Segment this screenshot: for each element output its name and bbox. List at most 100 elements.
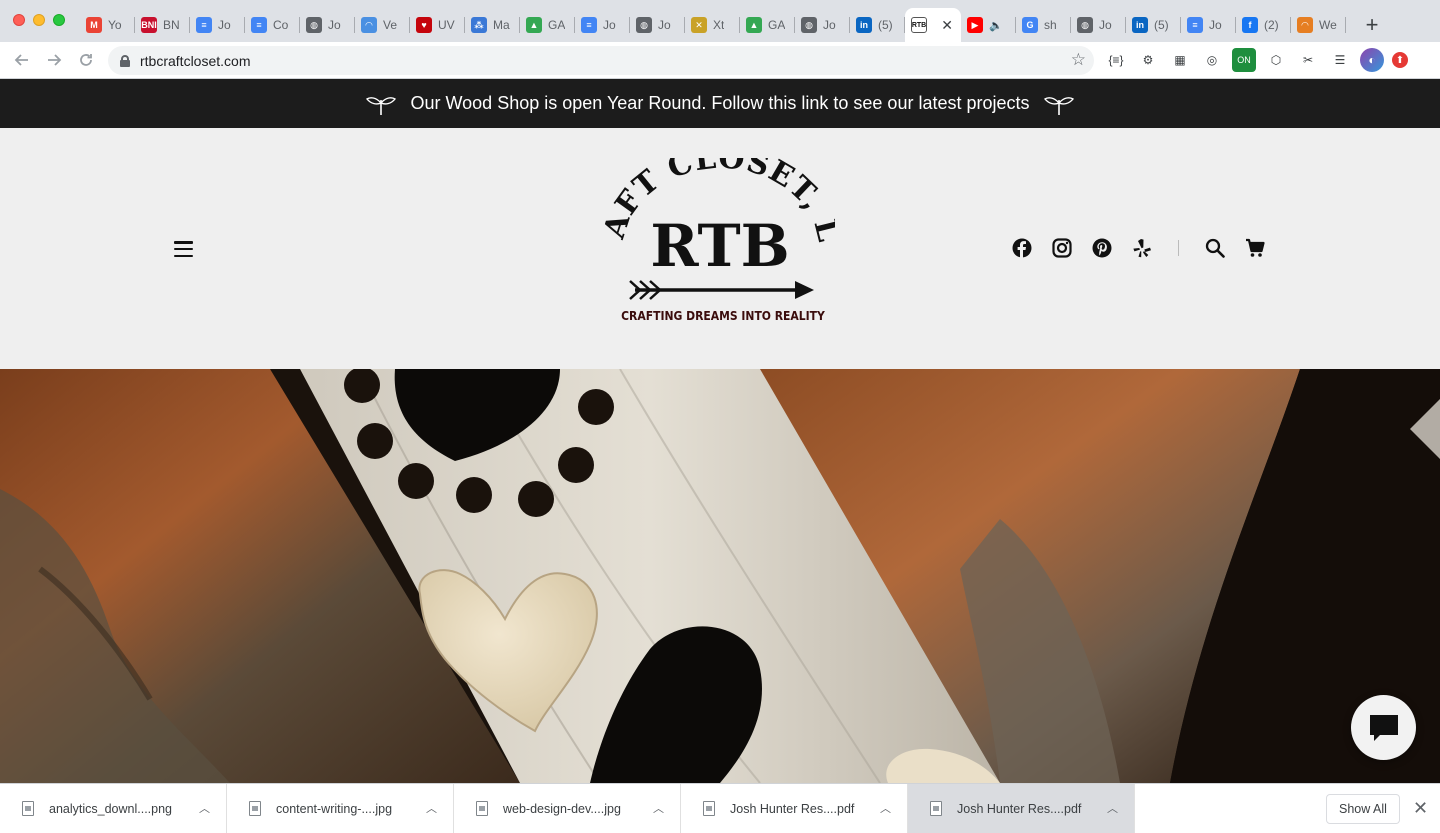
- forward-button[interactable]: [38, 44, 70, 76]
- browser-tab[interactable]: ◍ Jo: [1071, 8, 1126, 42]
- browser-tab[interactable]: BNI BN: [135, 8, 190, 42]
- active-browser-tab[interactable]: RTB ✕: [905, 8, 961, 42]
- chevron-up-icon[interactable]: ︿: [426, 800, 437, 816]
- logo-tagline: CRAFTING DREAMS INTO REALITY: [621, 309, 825, 323]
- browser-tab[interactable]: ◍ Jo: [300, 8, 355, 42]
- browser-tab[interactable]: ◠ We: [1291, 8, 1346, 42]
- browser-tab[interactable]: in (5): [1126, 8, 1181, 42]
- show-all-downloads-button[interactable]: Show All: [1326, 794, 1400, 824]
- back-button[interactable]: [6, 44, 38, 76]
- logo-main-text: RTB: [650, 212, 789, 280]
- docs-icon: ≡: [251, 17, 267, 33]
- tab-label: Jo: [218, 18, 231, 32]
- minimize-window-button[interactable]: [33, 14, 45, 26]
- download-filename: analytics_downl....png: [49, 801, 172, 816]
- yelp-icon[interactable]: [1132, 238, 1152, 258]
- browser-tab[interactable]: ▲ GA: [520, 8, 575, 42]
- url-text: rtbcraftcloset.com: [140, 52, 251, 69]
- search-icon[interactable]: [1205, 238, 1225, 258]
- download-item[interactable]: Josh Hunter Res....pdf ︿: [908, 784, 1135, 833]
- wood-hearts-photo: [0, 369, 1440, 783]
- browser-tab[interactable]: ≡ Jo: [575, 8, 630, 42]
- audio-playing-icon[interactable]: 🔈: [989, 19, 1003, 32]
- globe-icon: ◍: [1077, 17, 1093, 33]
- chat-widget-button[interactable]: [1351, 695, 1416, 760]
- lock-icon: [120, 54, 130, 67]
- extension-icon[interactable]: ☰: [1328, 48, 1352, 72]
- browser-tab[interactable]: ▶ 🔈: [961, 8, 1016, 42]
- chevron-up-icon[interactable]: ︿: [880, 800, 891, 816]
- new-tab-button[interactable]: +: [1354, 8, 1390, 42]
- download-filename: web-design-dev....jpg: [503, 801, 621, 816]
- announcement-text[interactable]: Our Wood Shop is open Year Round. Follow…: [410, 93, 1029, 114]
- browser-tab[interactable]: ≡ Co: [245, 8, 300, 42]
- hero-image: [0, 369, 1440, 783]
- bni-icon: BNI: [141, 17, 157, 33]
- browser-tab[interactable]: ▲ GA: [740, 8, 795, 42]
- browser-tab[interactable]: ⁂ Ma: [465, 8, 520, 42]
- extension-icon[interactable]: ◐: [1360, 48, 1384, 72]
- pinterest-icon[interactable]: [1092, 238, 1112, 258]
- tab-label: UV: [438, 18, 455, 32]
- youtube-icon: ▶: [967, 17, 983, 33]
- extension-icon[interactable]: ▦: [1168, 48, 1192, 72]
- extension-icon[interactable]: ✂: [1296, 48, 1320, 72]
- download-item[interactable]: content-writing-....jpg ︿: [227, 784, 454, 833]
- cart-icon[interactable]: [1245, 238, 1265, 258]
- browser-tab[interactable]: f (2): [1236, 8, 1291, 42]
- reload-button[interactable]: [70, 44, 102, 76]
- browser-tab-strip: M Yo BNI BN ≡ Jo ≡ Co ◍ Jo ◠ Ve ♥ UV ⁂ Ma ▲ GA ≡ Jo ◍ Jo ✕ Xt ▲ G…: [0, 0, 1440, 42]
- chevron-up-icon[interactable]: ︿: [1107, 800, 1118, 816]
- extension-icon[interactable]: ON: [1232, 48, 1256, 72]
- announcement-bar[interactable]: Our Wood Shop is open Year Round. Follow…: [0, 79, 1440, 128]
- browser-tab[interactable]: ≡ Jo: [1181, 8, 1236, 42]
- extension-icon[interactable]: ⬆: [1392, 52, 1408, 68]
- address-bar[interactable]: rtbcraftcloset.com ☆: [108, 46, 1094, 75]
- extension-icon[interactable]: {≡}: [1104, 48, 1128, 72]
- extension-icon[interactable]: ⬡: [1264, 48, 1288, 72]
- rtb-craft-closet-logo[interactable]: CRAFT CLOSET, LLC RTB CRAFTING DREAMS IN…: [605, 158, 835, 328]
- browser-tab[interactable]: ◠ Ve: [355, 8, 410, 42]
- browser-toolbar: rtbcraftcloset.com ☆ {≡} ⚙ ▦ ◎ ON ⬡ ✂ ☰ ◐ ⬆: [0, 42, 1440, 79]
- docs-icon: ≡: [581, 17, 597, 33]
- download-item[interactable]: web-design-dev....jpg ︿: [454, 784, 681, 833]
- file-icon: [22, 801, 34, 816]
- download-filename: Josh Hunter Res....pdf: [957, 801, 1082, 816]
- browser-tab[interactable]: in (5): [850, 8, 905, 42]
- facebook-icon[interactable]: [1012, 238, 1032, 258]
- tab-label: We: [1319, 18, 1337, 32]
- chevron-up-icon[interactable]: ︿: [653, 800, 664, 816]
- meetup-icon: ⁂: [471, 17, 487, 33]
- globe-icon: ◍: [636, 17, 652, 33]
- extension-icon[interactable]: ◎: [1200, 48, 1224, 72]
- browser-tab[interactable]: Gsh: [1016, 8, 1071, 42]
- header-divider: [1178, 240, 1179, 256]
- drive-icon: ▲: [526, 17, 542, 33]
- close-shelf-icon[interactable]: ✕: [1413, 798, 1428, 819]
- close-window-button[interactable]: [13, 14, 25, 26]
- site-header: CRAFT CLOSET, LLC RTB CRAFTING DREAMS IN…: [0, 128, 1440, 369]
- extension-icon[interactable]: ⚙: [1136, 48, 1160, 72]
- download-item[interactable]: Josh Hunter Res....pdf ︿: [681, 784, 908, 833]
- sprout-left-icon: [366, 96, 397, 115]
- instagram-icon[interactable]: [1052, 238, 1072, 258]
- download-shelf: analytics_downl....png ︿ content-writing-.…: [0, 783, 1440, 833]
- browser-tab[interactable]: ◍ Jo: [630, 8, 685, 42]
- bookmark-star-icon[interactable]: ☆: [1071, 50, 1086, 70]
- close-tab-icon[interactable]: ✕: [941, 17, 953, 34]
- tab-label: sh: [1044, 18, 1057, 32]
- browser-tab[interactable]: M Yo: [80, 8, 135, 42]
- zoom-window-button[interactable]: [53, 14, 65, 26]
- tab-label: Xt: [713, 18, 725, 32]
- browser-tab[interactable]: ♥ UV: [410, 8, 465, 42]
- globe-icon: ◍: [306, 17, 322, 33]
- download-item[interactable]: analytics_downl....png ︿: [0, 784, 227, 833]
- browser-tab[interactable]: ✕ Xt: [685, 8, 740, 42]
- browser-tab[interactable]: ◍ Jo: [795, 8, 850, 42]
- gmail-icon: M: [86, 17, 102, 33]
- chevron-up-icon[interactable]: ︿: [199, 800, 210, 816]
- browser-tab[interactable]: ≡ Jo: [190, 8, 245, 42]
- download-filename: Josh Hunter Res....pdf: [730, 801, 855, 816]
- docs-icon: ≡: [1187, 17, 1203, 33]
- menu-hamburger-icon[interactable]: [174, 241, 193, 257]
